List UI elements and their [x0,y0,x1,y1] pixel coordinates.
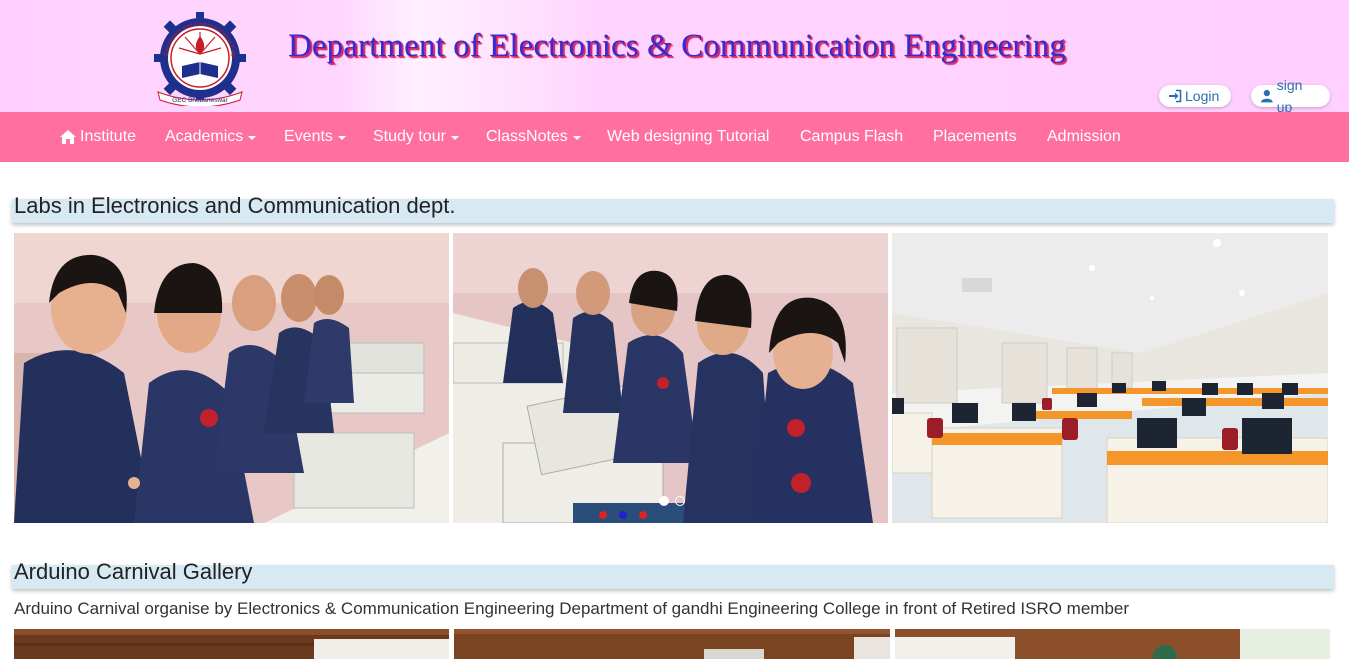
arduino-photo-2 [454,629,890,659]
nav-item-admission[interactable]: Admission [1047,112,1121,162]
caret-down-icon [572,136,581,140]
nav-label: Institute [80,128,137,145]
login-button[interactable]: Login [1159,85,1231,107]
lab-photo-1 [14,233,449,523]
caret-down-icon [248,136,257,140]
lab-photo-2 [453,233,888,523]
caret-down-icon [337,136,346,140]
svg-text:GEC Bhubaneswar: GEC Bhubaneswar [172,97,228,104]
department-title: Department of Electronics & Communicatio… [288,28,1066,64]
arduino-description: Arduino Carnival organise by Electronics… [14,599,1130,618]
main-navbar: Institute Academics Events Study tour Cl… [0,112,1349,162]
nav-item-events[interactable]: Events [284,112,346,162]
carousel-indicators [659,496,685,506]
arduino-section-title: Arduino Carnival Gallery [14,559,253,584]
nav-label: ClassNotes [486,128,568,145]
nav-item-classnotes[interactable]: ClassNotes [486,112,581,162]
arduino-section-header: Arduino Carnival Gallery [12,559,1334,589]
labs-section-header: Labs in Electronics and Communication de… [12,193,1334,223]
user-icon [1260,89,1273,103]
nav-label: Events [284,128,333,145]
college-logo: GEC Bhubaneswar Electronics and Communic… [148,2,252,108]
nav-label: Academics [165,128,244,145]
nav-label: Web designing Tutorial [607,128,770,145]
nav-item-campus-flash[interactable]: Campus Flash [800,112,903,162]
caret-down-icon [450,136,459,140]
nav-item-placements[interactable]: Placements [933,112,1017,162]
nav-item-web-designing-tutorial[interactable]: Web designing Tutorial [607,112,769,162]
login-icon [1169,89,1182,103]
nav-item-study-tour[interactable]: Study tour [373,112,459,162]
arduino-photo-1 [14,629,449,659]
site-header: GEC Bhubaneswar Electronics and Communic… [0,0,1349,115]
nav-label: Study tour [373,128,446,145]
nav-item-institute[interactable]: Institute [59,112,136,162]
signup-button[interactable]: sign up [1251,77,1330,115]
lab-photo-3 [892,233,1328,523]
arduino-photo-3 [895,629,1330,659]
home-icon [60,130,76,144]
nav-label: Campus Flash [800,128,904,145]
nav-label: Admission [1047,128,1121,145]
labs-section-title: Labs in Electronics and Communication de… [14,193,456,218]
carousel-indicator-2[interactable] [675,496,685,506]
nav-label: Placements [933,128,1017,145]
carousel-indicator-1[interactable] [659,496,669,506]
nav-item-academics[interactable]: Academics [165,112,257,162]
login-label: Login [1185,88,1220,104]
